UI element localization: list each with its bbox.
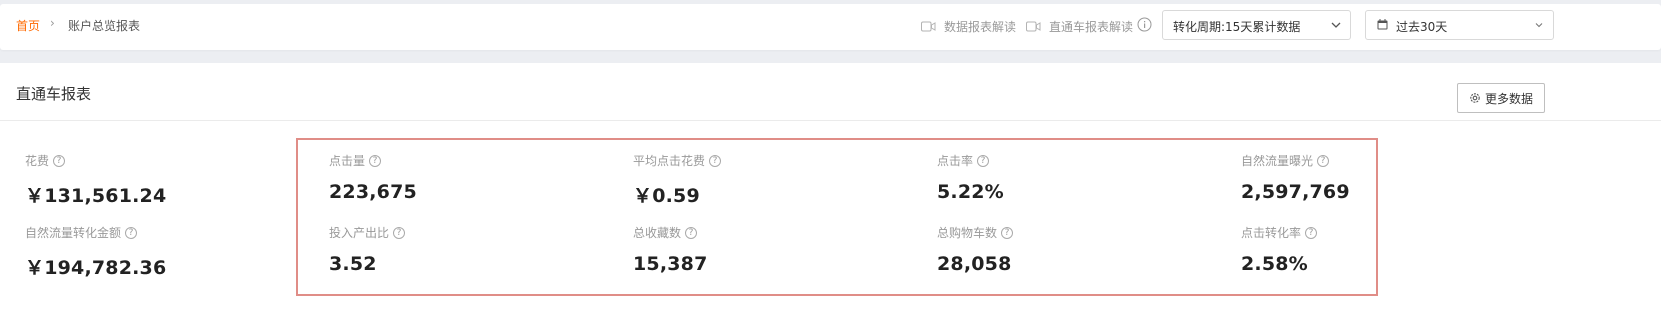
metric-label: 总购物车数 <box>937 226 998 240</box>
metric-label: 点击量 <box>329 154 366 168</box>
metric-value: 15,387 <box>633 253 708 275</box>
help-icon[interactable]: ? <box>1001 226 1014 239</box>
help-icon[interactable]: ? <box>1305 226 1318 239</box>
metric-value: ￥0.59 <box>633 185 700 207</box>
ztc-report-guide-link[interactable]: 直通车报表解读 <box>1026 18 1133 35</box>
metric-value: 28,058 <box>937 253 1012 275</box>
metric-clicks: 点击量? 223,675 <box>329 152 417 203</box>
breadcrumb-separator: › <box>50 16 55 30</box>
ztc-report-panel: 直通车报表 更多数据 花费? ￥131,561.24 点击量? 223,675 … <box>0 63 1661 329</box>
metric-label: 点击率 <box>937 154 974 168</box>
data-report-guide-link[interactable]: 数据报表解读 <box>921 18 1016 35</box>
metric-label: 平均点击花费 <box>633 154 706 168</box>
breadcrumb-current: 账户总览报表 <box>68 19 141 33</box>
metric-organic-conversion-amount: 自然流量转化金额? ￥194,782.36 <box>25 224 166 280</box>
info-icon[interactable] <box>1137 17 1152 32</box>
help-icon[interactable]: ? <box>53 154 66 167</box>
gear-icon <box>1470 93 1480 103</box>
date-range-select[interactable]: 过去30天 <box>1365 10 1554 40</box>
metric-value: 2.58% <box>1241 253 1308 275</box>
divider <box>0 120 1661 121</box>
help-icon[interactable]: ? <box>685 226 698 239</box>
metric-roi: 投入产出比? 3.52 <box>329 224 406 275</box>
help-icon[interactable]: ? <box>393 226 406 239</box>
metric-value: 2,597,769 <box>1241 181 1350 203</box>
metric-organic-impressions: 自然流量曝光? 2,597,769 <box>1241 152 1350 203</box>
metric-avg-cpc: 平均点击花费? ￥0.59 <box>633 152 722 208</box>
breadcrumb-home-link[interactable]: 首页 <box>16 17 40 34</box>
chevron-down-icon <box>1535 23 1543 28</box>
metric-value: ￥194,782.36 <box>25 257 167 279</box>
conversion-period-value: 转化周期:15天累计数据 <box>1173 20 1301 34</box>
metric-value: 223,675 <box>329 181 417 203</box>
help-icon[interactable]: ? <box>709 154 722 167</box>
metric-total-favorites: 总收藏数? 15,387 <box>633 224 708 275</box>
metric-spend: 花费? ￥131,561.24 <box>25 152 166 208</box>
metric-value: ￥131,561.24 <box>25 185 167 207</box>
metric-label: 自然流量转化金额 <box>25 226 122 240</box>
data-report-guide-label: 数据报表解读 <box>944 20 1017 34</box>
more-data-button[interactable]: 更多数据 <box>1457 83 1545 113</box>
panel-title: 直通车报表 <box>16 85 92 103</box>
help-icon[interactable]: ? <box>125 226 138 239</box>
more-data-label: 更多数据 <box>1484 91 1533 106</box>
highlight-box <box>296 138 1378 296</box>
conversion-period-select[interactable]: 转化周期:15天累计数据 <box>1162 10 1351 40</box>
metric-label: 投入产出比 <box>329 226 390 240</box>
metric-value: 3.52 <box>329 253 377 275</box>
metric-total-cart-adds: 总购物车数? 28,058 <box>937 224 1014 275</box>
video-icon <box>1026 21 1041 32</box>
metric-click-conversion-rate: 点击转化率? 2.58% <box>1241 224 1318 275</box>
metric-value: 5.22% <box>937 181 1004 203</box>
top-bar: 首页 › 账户总览报表 数据报表解读 直通车报表解读 转化周期:15天累计数据 … <box>0 4 1661 50</box>
date-range-value: 过去30天 <box>1396 20 1448 34</box>
metric-label: 点击转化率 <box>1241 226 1302 240</box>
video-icon <box>921 21 936 32</box>
metric-label: 自然流量曝光 <box>1241 154 1314 168</box>
metric-label: 花费 <box>25 154 50 168</box>
help-icon[interactable]: ? <box>977 154 990 167</box>
calendar-icon <box>1377 19 1388 30</box>
chevron-down-icon <box>1331 22 1341 28</box>
ztc-report-guide-label: 直通车报表解读 <box>1049 20 1134 34</box>
metric-ctr: 点击率? 5.22% <box>937 152 1004 203</box>
help-icon[interactable]: ? <box>369 154 382 167</box>
metric-label: 总收藏数 <box>633 226 682 240</box>
help-icon[interactable]: ? <box>1317 154 1330 167</box>
